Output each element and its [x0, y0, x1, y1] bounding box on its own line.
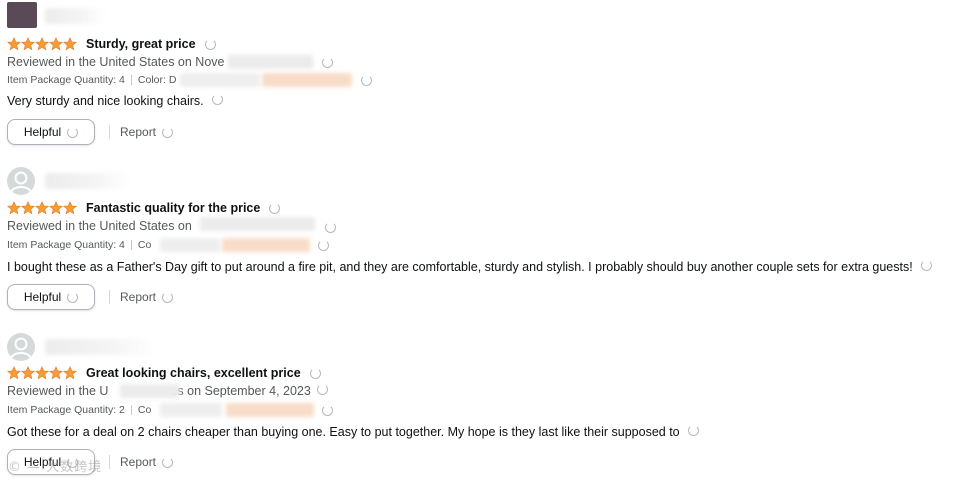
redacted-color — [160, 238, 220, 252]
star-icon — [21, 201, 35, 215]
loading-spinner-icon — [269, 202, 281, 214]
star-icon — [49, 37, 63, 51]
review-date: Reviewed in the United States on Nove — [7, 55, 225, 69]
reviewer-row — [7, 333, 307, 361]
review-body: Very sturdy and nice looking chairs. — [7, 92, 223, 110]
review-actions: Helpful Report — [7, 283, 174, 311]
reviewer-name-redacted — [45, 173, 130, 189]
star-icon — [49, 201, 63, 215]
report-link[interactable]: Report — [120, 455, 156, 469]
helpful-button[interactable]: Helpful — [7, 284, 95, 310]
review-date: Reviewed in the United States on — [7, 219, 192, 233]
star-icon — [35, 37, 49, 51]
star-icon — [63, 201, 77, 215]
star-rating — [7, 201, 77, 215]
loading-spinner-icon — [211, 94, 223, 105]
redacted-color — [160, 403, 222, 417]
loading-spinner-icon — [316, 384, 328, 395]
loading-spinner-icon — [309, 367, 321, 379]
redacted-date — [200, 217, 315, 231]
redacted-color — [262, 73, 352, 87]
avatar[interactable] — [7, 2, 37, 28]
review-variant: Item Package Quantity: 4 Color: D — [7, 74, 177, 86]
review-title[interactable]: Great looking chairs, excellent price — [86, 366, 301, 380]
star-icon — [63, 366, 77, 380]
reviewer-row — [7, 2, 307, 30]
review-title[interactable]: Sturdy, great price — [86, 37, 196, 51]
review-title-row: Sturdy, great price — [7, 35, 216, 53]
star-icon — [7, 366, 21, 380]
default-user-icon[interactable] — [7, 333, 35, 361]
report-link[interactable]: Report — [120, 125, 156, 139]
divider — [109, 125, 110, 139]
loading-spinner-icon — [318, 240, 329, 251]
review-body: I bought these as a Father's Day gift to… — [7, 258, 932, 276]
divider — [109, 290, 110, 304]
watermark: © — 大数跨境 — [8, 460, 103, 475]
redacted-color — [180, 73, 260, 87]
default-user-icon[interactable] — [7, 167, 35, 195]
star-icon — [35, 201, 49, 215]
loading-spinner-icon — [920, 260, 932, 271]
star-icon — [21, 366, 35, 380]
reviewer-row — [7, 167, 307, 195]
star-icon — [21, 37, 35, 51]
loading-spinner-icon — [162, 291, 174, 303]
loading-spinner-icon — [67, 291, 79, 303]
redacted-date — [228, 55, 313, 69]
helpful-button[interactable]: Helpful — [7, 119, 95, 145]
star-rating — [7, 366, 77, 380]
reviewer-name-redacted — [45, 8, 105, 24]
redacted-color — [222, 238, 310, 252]
loading-spinner-icon — [687, 425, 699, 436]
review-body: Got these for a deal on 2 chairs cheaper… — [7, 423, 699, 441]
loading-spinner-icon — [322, 57, 333, 68]
review-actions: Helpful Report — [7, 118, 174, 146]
loading-spinner-icon — [204, 38, 216, 50]
star-icon — [35, 366, 49, 380]
star-rating — [7, 37, 77, 51]
review-variant: Item Package Quantity: 2 Co — [7, 404, 152, 416]
loading-spinner-icon — [162, 126, 174, 138]
redacted-location — [120, 384, 180, 398]
star-icon — [49, 366, 63, 380]
loading-spinner-icon — [322, 405, 333, 416]
review-variant: Item Package Quantity: 4 Co — [7, 239, 152, 251]
loading-spinner-icon — [361, 75, 372, 86]
loading-spinner-icon — [67, 126, 79, 138]
divider — [109, 455, 110, 469]
reviews-page: Sturdy, great price Reviewed in the Unit… — [0, 0, 970, 489]
loading-spinner-icon — [162, 456, 174, 468]
review-title[interactable]: Fantastic quality for the price — [86, 201, 260, 215]
review-title-row: Fantastic quality for the price — [7, 199, 281, 217]
redacted-color — [226, 403, 314, 417]
star-icon — [7, 201, 21, 215]
loading-spinner-icon — [325, 222, 336, 233]
reviewer-name-redacted — [45, 339, 155, 355]
report-link[interactable]: Report — [120, 290, 156, 304]
star-icon — [63, 37, 77, 51]
review-title-row: Great looking chairs, excellent price — [7, 364, 321, 382]
star-icon — [7, 37, 21, 51]
